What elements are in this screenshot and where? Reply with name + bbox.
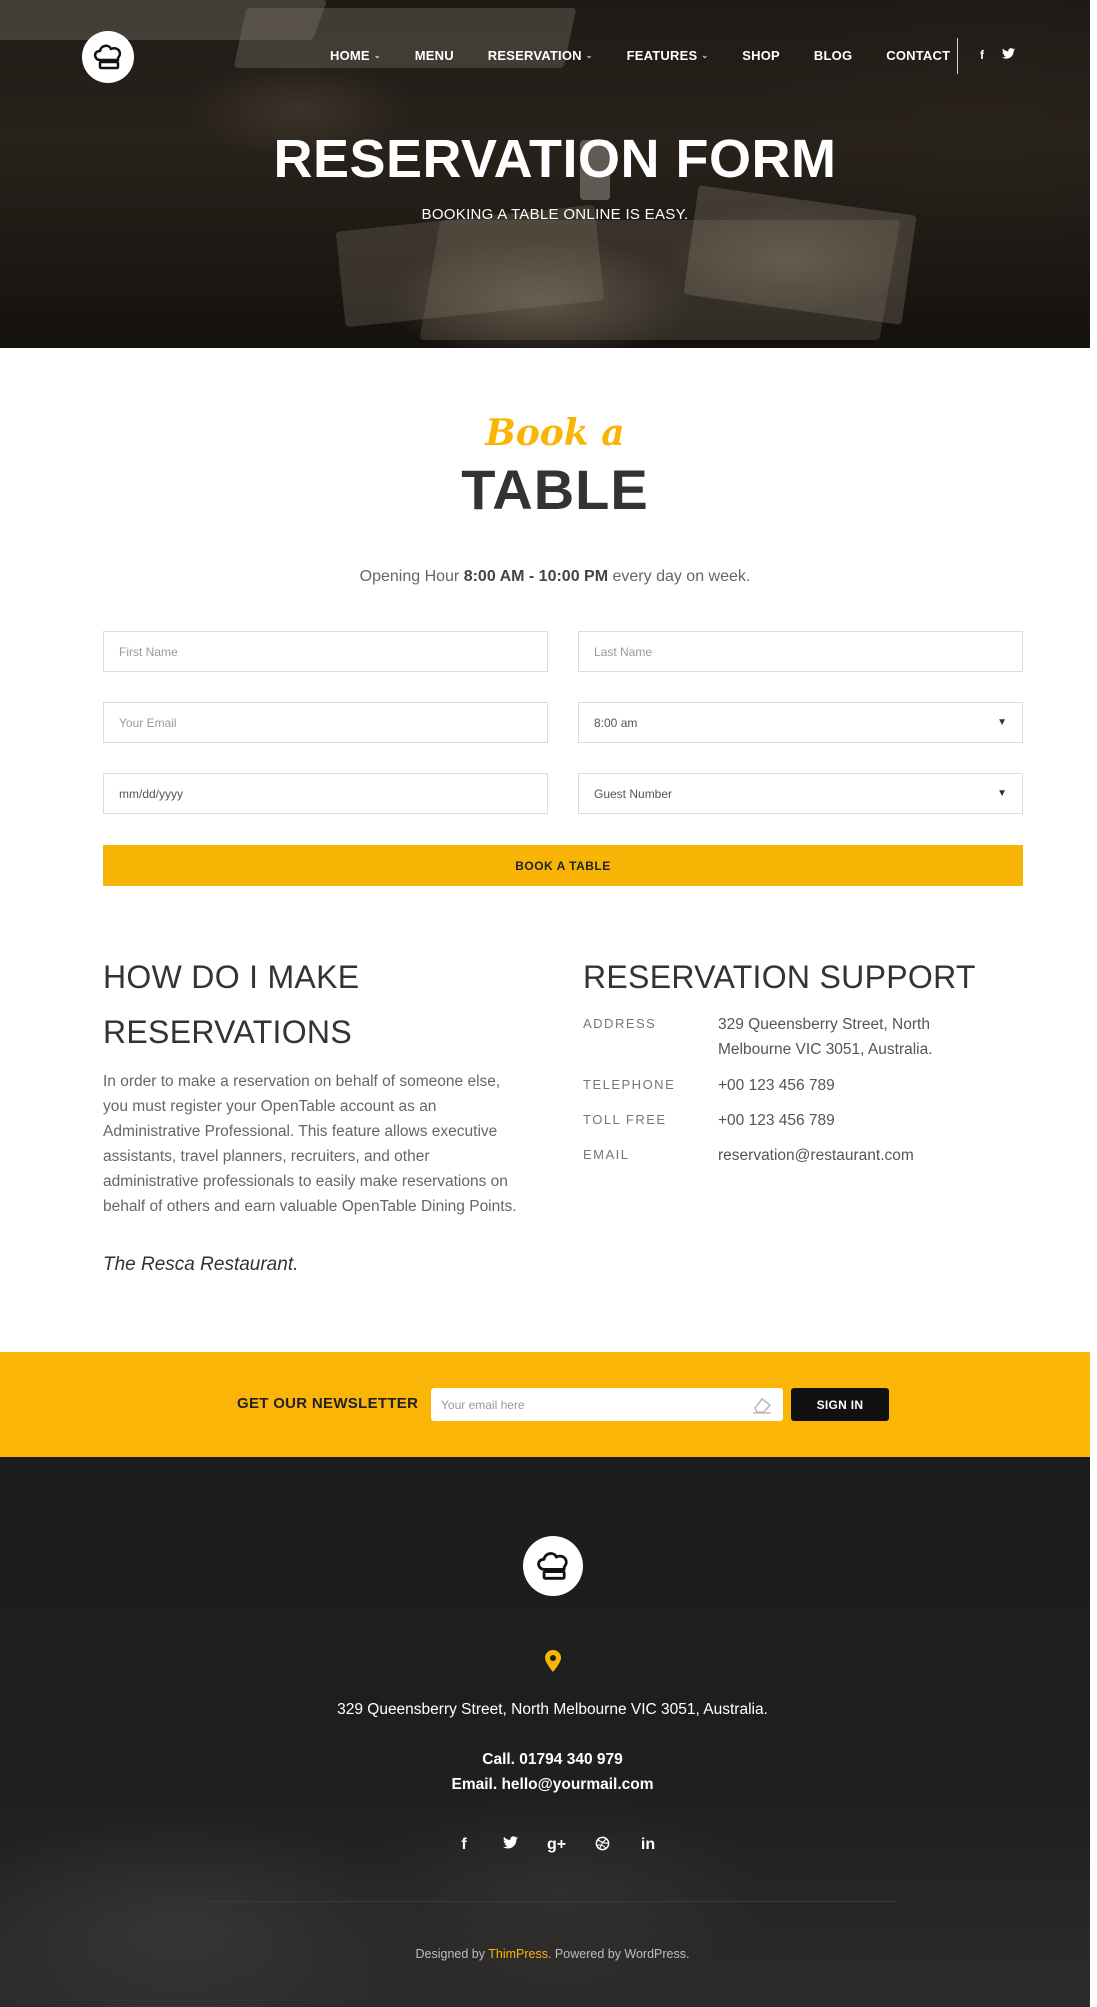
nav-item-shop[interactable]: SHOP: [742, 48, 780, 63]
opening-hours-value: 8:00 AM - 10:00 PM: [463, 568, 609, 585]
nav-item-blog[interactable]: BLOG: [814, 48, 852, 63]
chef-hat-icon: [537, 1552, 568, 1580]
site-logo[interactable]: [82, 31, 134, 83]
time-select[interactable]: 8:00 am ▼: [578, 702, 1023, 743]
google-plus-icon[interactable]: g+: [547, 1836, 566, 1856]
nav-item-contact[interactable]: CONTACT: [886, 48, 950, 63]
how-to-reserve-text: In order to make a reservation on behalf…: [103, 1073, 517, 1215]
dribbble-icon[interactable]: [593, 1836, 611, 1856]
caret-down-icon: ▼: [997, 788, 1007, 799]
twitter-icon[interactable]: [501, 1836, 519, 1856]
support-tollfree: TOLL FREE +00 123 456 789: [583, 1112, 835, 1129]
support-email: EMAIL reservation@restaurant.com: [583, 1143, 958, 1168]
restaurant-signature: The Resca Restaurant.: [103, 1254, 299, 1275]
newsletter-label: GET OUR NEWSLETTER: [237, 1395, 419, 1412]
footer-address: 329 Queensberry Street, North Melbourne …: [337, 1701, 768, 1718]
site-footer: 329 Queensberry Street, North Melbourne …: [0, 1457, 1090, 2007]
reservation-support-title: RESERVATION SUPPORT: [583, 959, 976, 995]
header-social: f: [980, 48, 1015, 62]
hero-banner: HOME ⌄ MENU RESERVATION ⌄ FEATURES ⌄ SHOP B…: [0, 0, 1090, 348]
chef-hat-icon: [93, 44, 122, 70]
caret-down-icon: ▼: [997, 717, 1007, 728]
twitter-icon[interactable]: [1002, 48, 1015, 62]
location-pin-icon: [545, 1650, 561, 1672]
thimpress-link[interactable]: ThimPress: [488, 1947, 548, 1961]
footer-divider: [210, 1901, 898, 1902]
section-title: TABLE: [461, 458, 649, 521]
footer-credit: Designed by ThimPress. Powered by WordPr…: [415, 1947, 690, 1961]
opening-hours-text: Opening Hour 8:00 AM - 10:00 PM every da…: [359, 568, 751, 585]
nav-item-menu[interactable]: MENU: [415, 48, 454, 63]
section-script-title: Book a: [485, 412, 625, 454]
last-name-input[interactable]: Last Name: [578, 631, 1023, 672]
nav-item-features[interactable]: FEATURES ⌄: [627, 48, 709, 63]
footer-social: f g+ in: [455, 1836, 657, 1856]
nav-item-reservation[interactable]: RESERVATION ⌄: [488, 48, 593, 63]
book-table-button[interactable]: BOOK A TABLE: [103, 845, 1023, 886]
support-telephone: TELEPHONE +00 123 456 789: [583, 1077, 835, 1094]
newsletter-sign-in-button[interactable]: SIGN IN: [791, 1388, 889, 1421]
support-address: ADDRESS 329 Queensberry Street, North Me…: [583, 1016, 933, 1058]
support-email-link[interactable]: reservation@restaurant.com: [718, 1143, 958, 1168]
email-input[interactable]: Your Email: [103, 702, 548, 743]
how-to-reserve-title: HOW DO I MAKE RESERVATIONS: [103, 959, 360, 1050]
newsletter-bar: GET OUR NEWSLETTER Your email here SIGN …: [0, 1352, 1090, 1457]
nav-item-home[interactable]: HOME ⌄: [330, 48, 381, 63]
footer-email: Email. hello@yourmail.com: [451, 1776, 654, 1793]
page-subtitle: BOOKING A TABLE ONLINE IS EASY.: [421, 206, 689, 223]
newsletter-email-input[interactable]: Your email here: [431, 1388, 783, 1421]
chevron-down-icon: ⌄: [701, 51, 709, 60]
first-name-input[interactable]: First Name: [103, 631, 548, 672]
footer-phone: Call. 01794 340 979: [482, 1751, 623, 1768]
footer-logo[interactable]: [523, 1536, 583, 1596]
facebook-icon[interactable]: f: [455, 1836, 473, 1856]
date-input[interactable]: mm/dd/yyyy: [103, 773, 548, 814]
facebook-icon[interactable]: f: [980, 48, 984, 62]
guest-number-select[interactable]: Guest Number ▼: [578, 773, 1023, 814]
eraser-icon: [753, 1397, 772, 1414]
main-nav: HOME ⌄ MENU RESERVATION ⌄ FEATURES ⌄ SHOP B…: [330, 38, 984, 74]
chevron-down-icon: ⌄: [585, 51, 593, 60]
linkedin-icon[interactable]: in: [639, 1836, 657, 1856]
page-title: RESERVATION FORM: [273, 129, 837, 189]
nav-divider: [957, 38, 958, 74]
chevron-down-icon: ⌄: [373, 51, 381, 60]
